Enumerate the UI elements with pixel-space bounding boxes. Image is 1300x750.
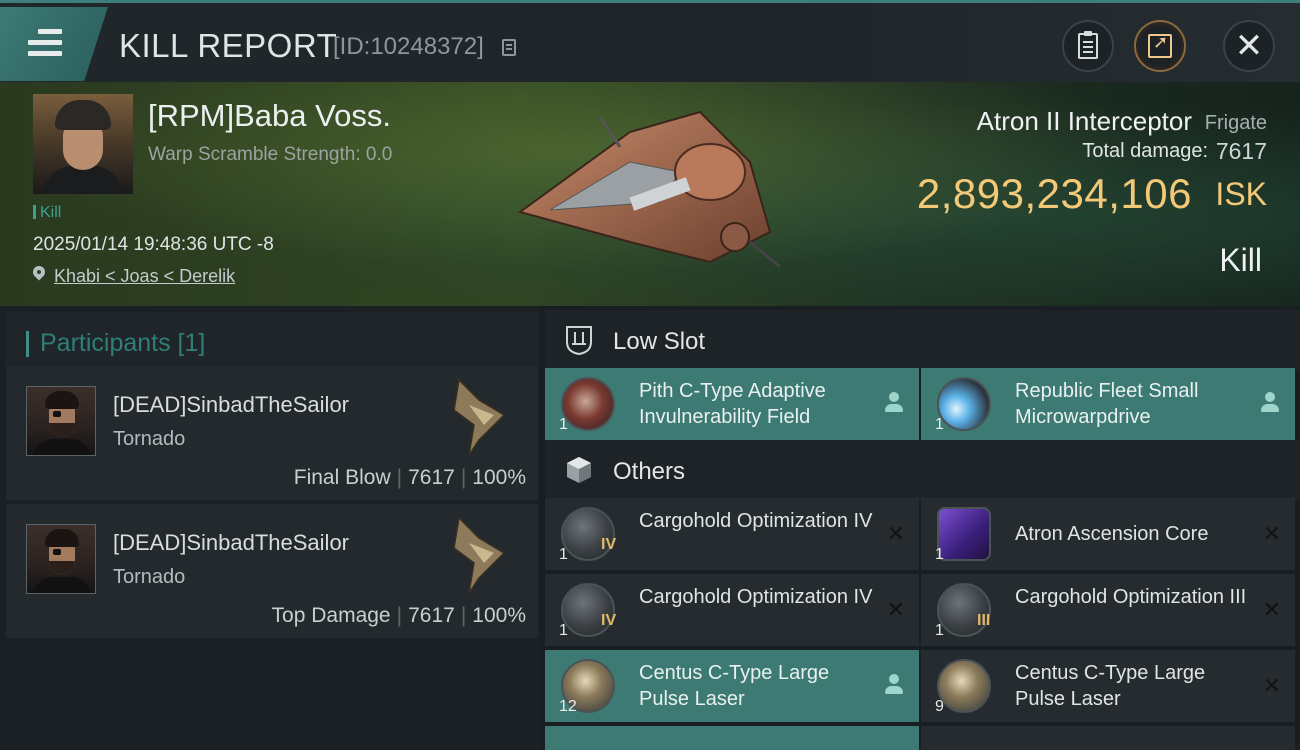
victim-ship-image: [517, 110, 781, 269]
victim-banner: [RPM]Baba Voss. Warp Scramble Strength: …: [0, 82, 1300, 306]
share-icon: [1148, 32, 1172, 58]
destroyed-icon: ✕: [886, 598, 905, 623]
participants-panel: Participants [1] [DEAD]SinbadTheSailor T…: [0, 306, 541, 750]
participant-avatar[interactable]: [26, 524, 96, 594]
header-bar: KILL REPORT [ID:10248372] ✕: [0, 0, 1300, 82]
participant-stats: Top Damage | 7617 | 100%: [271, 604, 526, 627]
participant-ship-image: [453, 516, 506, 594]
isk-unit: ISK: [1215, 176, 1267, 212]
destroyed-icon: ✕: [1262, 674, 1281, 699]
module-qty: 9: [935, 698, 944, 715]
total-damage-value: 7617: [1215, 138, 1267, 164]
person-icon: [885, 674, 903, 696]
details-button[interactable]: [1062, 20, 1114, 72]
person-icon: [885, 392, 903, 414]
participant-percent: 100%: [472, 466, 526, 489]
low-slot-label: Low Slot: [613, 328, 706, 355]
module-name: Atron Ascension Core: [1015, 523, 1209, 545]
clipboard-icon: [1078, 31, 1098, 59]
participant-stats: Final Blow | 7617 | 100%: [293, 466, 526, 489]
module-name: Centus C-Type Large Pulse Laser: [639, 662, 830, 710]
module-item-partial[interactable]: [921, 726, 1295, 750]
participant-name: [DEAD]SinbadTheSailor: [113, 530, 350, 555]
kill-timestamp: 2025/01/14 19:48:36 UTC -8: [33, 234, 274, 255]
participant-damage: 7617: [408, 466, 455, 489]
participant-ship: Tornado: [113, 428, 186, 450]
participant-role: Final Blow: [293, 466, 391, 489]
victim-ship-class: Frigate: [1204, 112, 1267, 134]
menu-button[interactable]: [0, 7, 108, 81]
participant-ship: Tornado: [113, 566, 186, 588]
fitting-panel: Low Slot 1 Pith C-Type Adaptive Invulner…: [541, 306, 1300, 750]
module-item[interactable]: 1 Republic Fleet Small Microwarpdrive: [921, 368, 1295, 440]
destroyed-icon: ✕: [1262, 598, 1281, 623]
person-icon: [1261, 392, 1279, 414]
low-slot-icon: [566, 326, 592, 356]
module-item[interactable]: 1 Pith C-Type Adaptive Invulnerability F…: [545, 368, 919, 440]
participants-title: Participants [1]: [40, 329, 206, 357]
location-link[interactable]: Khabi < Joas < Derelik: [54, 266, 235, 287]
others-header: Others: [545, 440, 1300, 500]
invulnerability-field-icon: [561, 377, 615, 431]
module-name: Cargohold Optimization III: [1015, 586, 1247, 608]
module-level: IV: [601, 612, 617, 629]
module-qty: 1: [559, 416, 568, 433]
victim-name[interactable]: [RPM]Baba Voss.: [148, 98, 391, 134]
warp-scramble-strength: Warp Scramble Strength: 0.0: [148, 144, 393, 165]
module-item[interactable]: 12 Centus C-Type Large Pulse Laser: [545, 650, 919, 722]
total-damage-label: Total damage:: [1082, 140, 1208, 162]
participant-role: Top Damage: [271, 604, 391, 627]
module-item[interactable]: 9 Centus C-Type Large Pulse Laser ✕: [921, 650, 1295, 722]
destroyed-icon: ✕: [1262, 522, 1281, 547]
isk-value: 2,893,234,106: [916, 170, 1192, 217]
close-button[interactable]: ✕: [1223, 20, 1275, 72]
destroyed-icon: ✕: [886, 522, 905, 547]
pulse-laser-icon: [937, 659, 991, 713]
module-item[interactable]: 1 Atron Ascension Core ✕: [921, 498, 1295, 570]
victim-ship-name[interactable]: Atron II Interceptor: [977, 106, 1192, 137]
module-qty: 1: [935, 622, 944, 639]
module-qty: 1: [935, 546, 944, 563]
microwarpdrive-icon: [937, 377, 991, 431]
module-qty: 1: [935, 416, 944, 433]
participant-damage: 7617: [408, 604, 455, 627]
participant-percent: 100%: [472, 604, 526, 627]
module-name: Republic Fleet Small Microwarpdrive: [1015, 380, 1199, 428]
close-icon: ✕: [1234, 26, 1264, 66]
participant-row[interactable]: [DEAD]SinbadTheSailor Tornado Final Blow…: [6, 366, 538, 500]
module-qty: 1: [559, 622, 568, 639]
participant-name: [DEAD]SinbadTheSailor: [113, 392, 350, 417]
copy-id-icon[interactable]: [502, 39, 516, 56]
module-level: III: [977, 612, 991, 629]
cube-icon: [567, 457, 591, 483]
module-name: Centus C-Type Large Pulse Laser: [1015, 662, 1206, 710]
low-slot-header: Low Slot: [545, 310, 1300, 370]
module-item[interactable]: 1 III Cargohold Optimization III ✕: [921, 574, 1295, 646]
module-item[interactable]: 1 IV Cargohold Optimization IV ✕: [545, 574, 919, 646]
module-item[interactable]: 1 IV Cargohold Optimization IV ✕: [545, 498, 919, 570]
share-button[interactable]: [1134, 20, 1186, 72]
menu-icon: [28, 29, 62, 57]
page-title: KILL REPORT: [119, 27, 338, 64]
participant-ship-image: [453, 378, 506, 456]
participant-avatar[interactable]: [26, 386, 96, 456]
kill-tag: Kill: [33, 204, 61, 222]
module-name: Pith C-Type Adaptive Invulnerability Fie…: [639, 380, 826, 428]
module-level: IV: [601, 536, 617, 553]
module-qty: 12: [559, 698, 577, 715]
victim-avatar[interactable]: [33, 94, 133, 194]
location-pin-icon: [33, 266, 45, 282]
module-qty: 1: [559, 546, 568, 563]
report-id: [ID:10248372]: [333, 33, 484, 60]
participants-header: Participants [1]: [6, 312, 538, 368]
module-name: Cargohold Optimization IV: [639, 586, 873, 608]
ascension-core-icon: [937, 507, 991, 561]
module-name: Cargohold Optimization IV: [639, 510, 873, 532]
module-item-partial[interactable]: [545, 726, 919, 750]
participant-row[interactable]: [DEAD]SinbadTheSailor Tornado Top Damage…: [6, 504, 538, 638]
others-label: Others: [613, 458, 686, 485]
result-label: Kill: [1219, 242, 1262, 278]
